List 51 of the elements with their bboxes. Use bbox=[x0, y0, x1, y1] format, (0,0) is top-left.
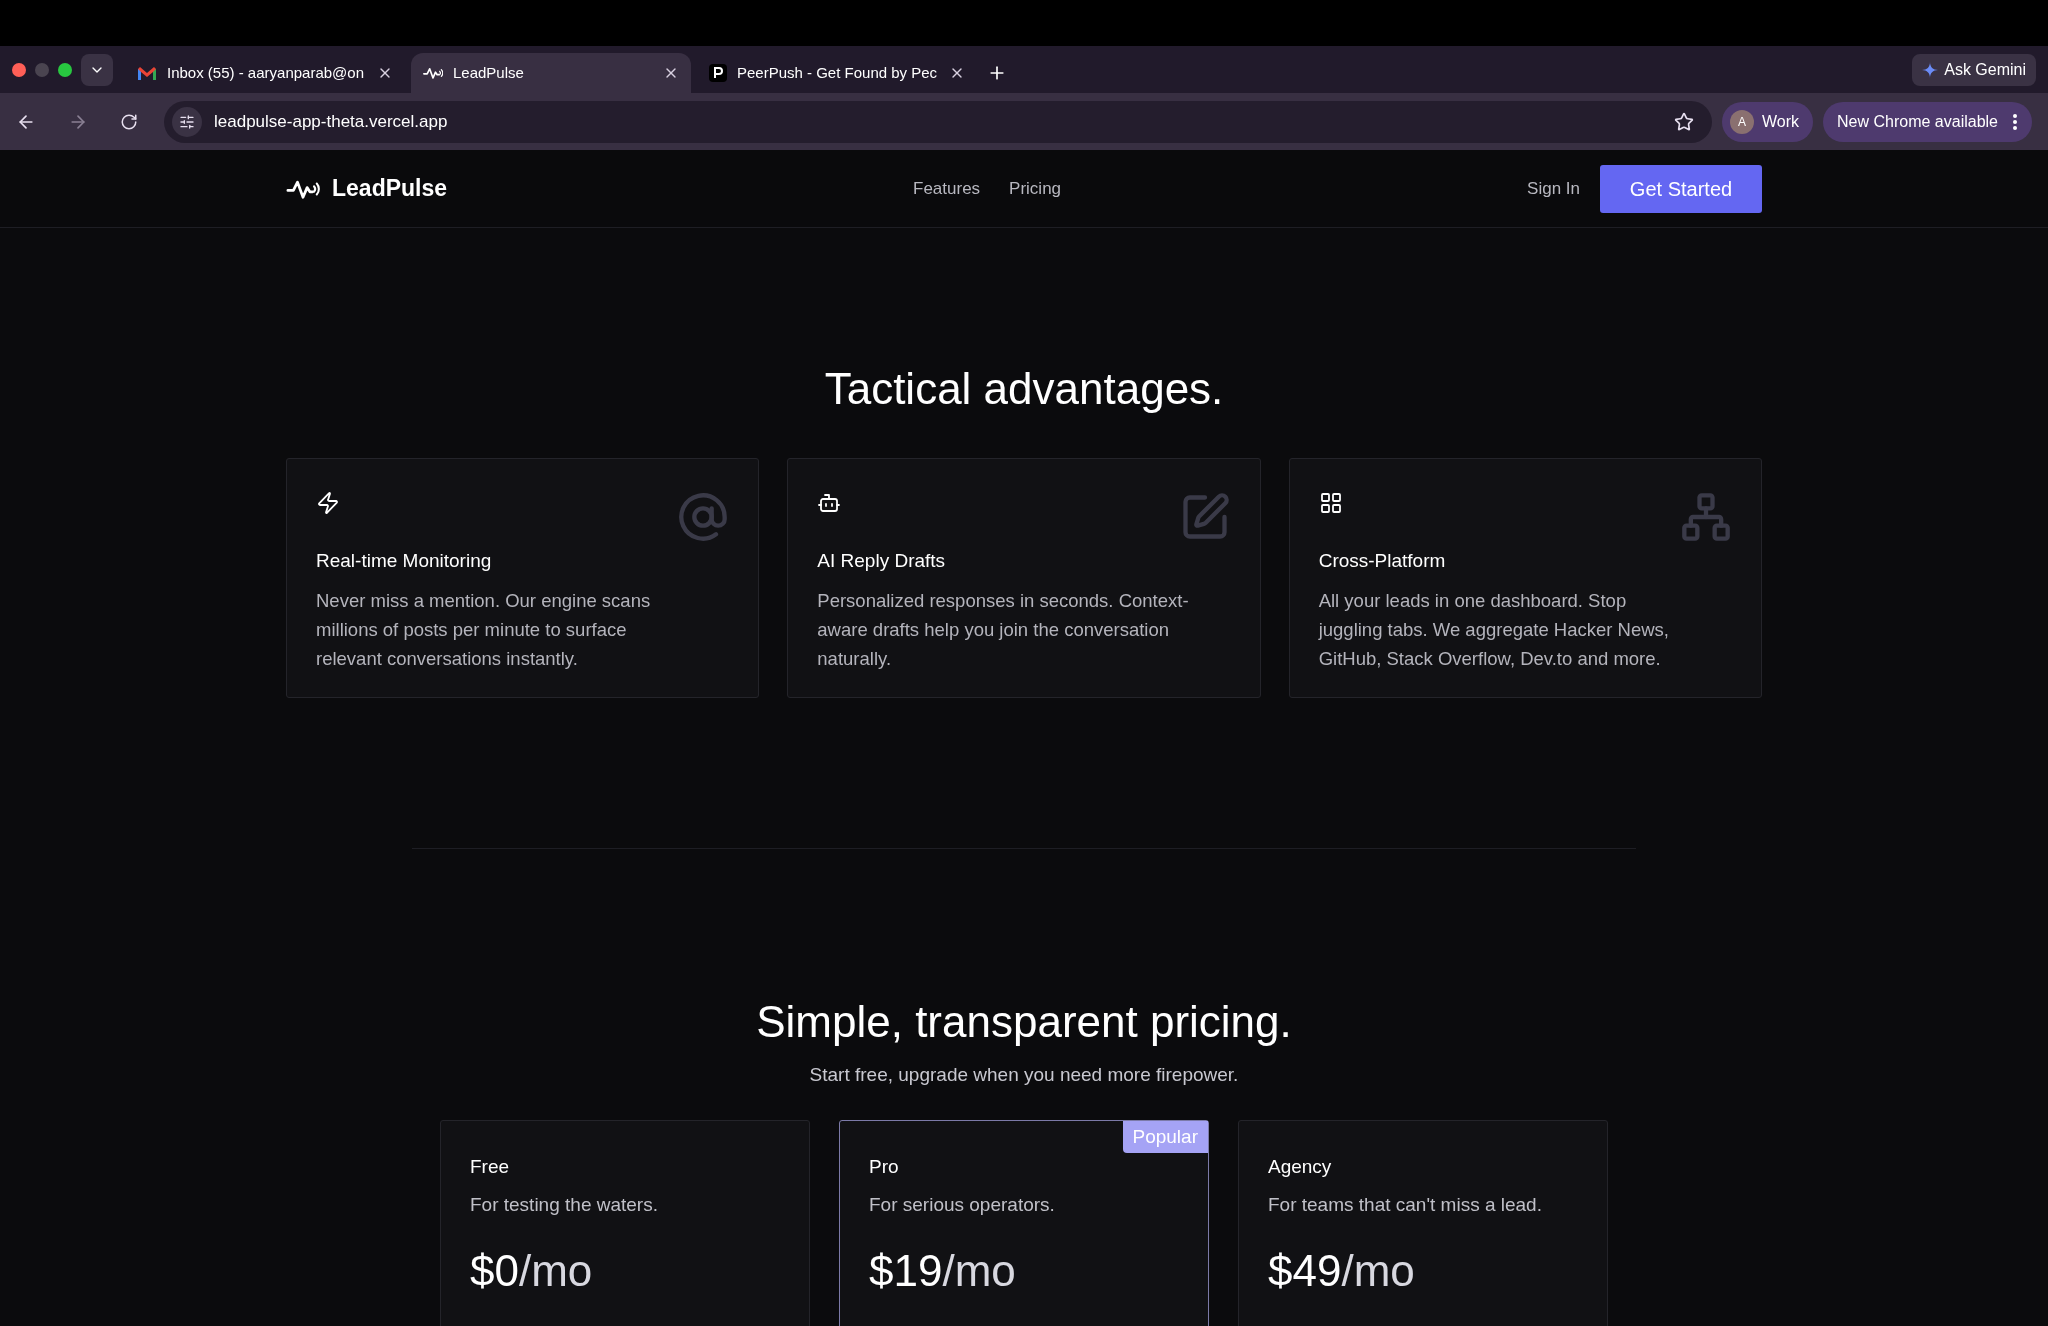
update-button[interactable]: New Chrome available bbox=[1823, 101, 2032, 142]
plan-tagline: For serious operators. bbox=[869, 1193, 1056, 1217]
browser-tab[interactable]: LeadPulse bbox=[411, 53, 691, 93]
plan-name: Agency bbox=[1268, 1154, 1333, 1179]
section-subtitle: Start free, upgrade when you need more firepower. bbox=[809, 1063, 1239, 1087]
brand-name[interactable]: LeadPulse bbox=[332, 171, 448, 206]
tab-title: Inbox (55) - aaryanparab@on bbox=[167, 62, 365, 83]
avatar-icon: A bbox=[1730, 109, 1754, 134]
plan-name: Pro bbox=[869, 1154, 900, 1179]
feature-description: All your leads in one dashboard. Stop juggling tabs. We aggregate Hacker News, GitHub, Stack Overflow, Dev.to and more. bbox=[1318, 588, 1670, 671]
popular-badge: Popular bbox=[1122, 1120, 1208, 1153]
ask-gemini-button[interactable]: Ask Gemini bbox=[1912, 53, 2036, 86]
at-sign-icon bbox=[677, 491, 730, 543]
tab-title: LeadPulse bbox=[453, 62, 525, 83]
address-bar[interactable]: leadpulse-app-theta.vercel.app bbox=[164, 100, 1712, 143]
grid-icon bbox=[1318, 491, 1343, 515]
site-settings-icon[interactable] bbox=[179, 113, 195, 130]
browser-tab[interactable]: PeerPush - Get Found by Pec bbox=[697, 53, 977, 93]
p-logo-icon bbox=[709, 64, 727, 82]
lightning-icon bbox=[316, 491, 340, 515]
plan-tagline: For testing the waters. bbox=[470, 1193, 659, 1217]
sign-in-link[interactable]: Sign In bbox=[1527, 175, 1580, 202]
profile-button[interactable]: A Work bbox=[1722, 101, 1814, 142]
url-text: leadpulse-app-theta.vercel.app bbox=[214, 110, 449, 133]
feature-title: Real-time Monitoring bbox=[316, 549, 493, 573]
feature-description: Personalized responses in seconds. Context-aware drafts help you join the conversation naturally. bbox=[817, 588, 1190, 671]
section-heading: Simple, transparent pricing. bbox=[756, 996, 1292, 1048]
close-window-icon[interactable] bbox=[12, 62, 26, 77]
reload-icon[interactable] bbox=[120, 112, 138, 131]
feature-title: AI Reply Drafts bbox=[817, 549, 947, 573]
nav-link[interactable]: Pricing bbox=[1009, 175, 1062, 202]
plan-name: Free bbox=[470, 1154, 511, 1179]
feature-description: Never miss a mention. Our engine scans millions of posts per minute to surface relevant conversations instantly. bbox=[316, 588, 652, 671]
plan-price: $49/mo bbox=[1268, 1244, 1416, 1297]
maximize-window-icon[interactable] bbox=[58, 62, 72, 77]
plan-tagline: For teams that can't miss a lead. bbox=[1268, 1193, 1543, 1217]
section-heading: Tactical advantages. bbox=[824, 363, 1224, 415]
plan-price: $0/mo bbox=[470, 1244, 594, 1297]
tab-title: PeerPush - Get Found by Pec bbox=[737, 62, 939, 83]
nav-link[interactable]: Features bbox=[913, 175, 981, 202]
get-started-button[interactable]: Get Started bbox=[1600, 164, 1762, 213]
tab-list-button[interactable] bbox=[81, 53, 113, 86]
more-icon bbox=[2013, 113, 2017, 130]
network-icon bbox=[1680, 491, 1732, 543]
bookmark-star-icon[interactable] bbox=[1674, 111, 1694, 132]
pulse-icon bbox=[423, 66, 443, 80]
browser-tab[interactable]: Inbox (55) - aaryanparab@on bbox=[125, 53, 405, 93]
mail-icon bbox=[137, 65, 157, 81]
feature-title: Cross-Platform bbox=[1318, 549, 1447, 573]
robot-icon bbox=[817, 491, 842, 515]
plan-price: $19/mo bbox=[869, 1244, 1017, 1297]
